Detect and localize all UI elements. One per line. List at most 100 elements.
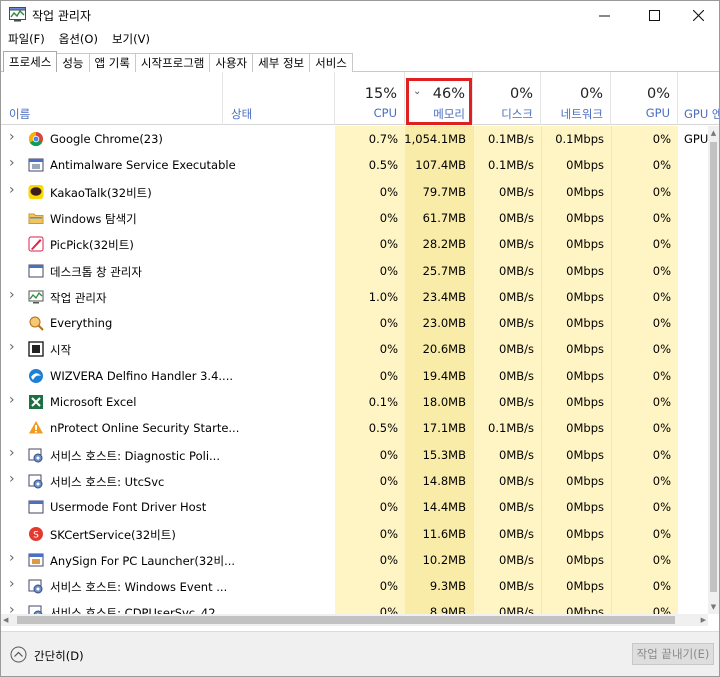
process-memory-value: 14.8MB bbox=[422, 473, 466, 488]
expand-chevron-icon[interactable]: › bbox=[9, 550, 15, 566]
tab-processes[interactable]: 프로세스 bbox=[3, 51, 58, 72]
process-network-value: 0.1Mbps bbox=[555, 132, 604, 146]
tab-services[interactable]: 서비스 bbox=[309, 53, 353, 72]
process-row[interactable]: PicPick(32비트) 0% 28.2MB 0MB/s 0Mbps 0% bbox=[1, 231, 708, 257]
process-memory-value: 14.4MB bbox=[422, 500, 466, 515]
process-name: Google Chrome(23) bbox=[50, 132, 163, 146]
maximize-button[interactable] bbox=[631, 1, 677, 29]
process-network-value: 0Mbps bbox=[566, 210, 604, 225]
vertical-scroll-thumb[interactable] bbox=[710, 142, 717, 592]
expand-chevron-icon[interactable]: › bbox=[9, 129, 15, 145]
process-row[interactable]: 데스크톱 창 관리자 0% 25.7MB 0MB/s 0Mbps 0% bbox=[1, 258, 708, 284]
process-disk-value: 0MB/s bbox=[499, 368, 534, 383]
expand-chevron-icon[interactable]: › bbox=[9, 339, 15, 355]
process-gpu-value: 0% bbox=[652, 605, 671, 614]
task-manager-icon bbox=[9, 7, 26, 22]
process-name: KakaoTalk(32비트) bbox=[50, 185, 152, 200]
process-gpu-value: 0% bbox=[652, 526, 671, 541]
scroll-down-icon[interactable]: ▼ bbox=[708, 600, 719, 614]
tab-users[interactable]: 사용자 bbox=[209, 53, 254, 72]
title-bar[interactable]: 작업 관리자 bbox=[1, 1, 719, 29]
scroll-left-icon[interactable]: ◀ bbox=[3, 614, 8, 626]
process-name: 서비스 호스트: Windows Event ... bbox=[50, 580, 228, 595]
column-network[interactable]: 0% 네트워크 bbox=[541, 72, 611, 125]
column-disk[interactable]: 0% 디스크 bbox=[473, 72, 541, 125]
process-name: 작업 관리자 bbox=[50, 290, 107, 305]
close-button[interactable] bbox=[675, 1, 719, 29]
network-total-percent: 0% bbox=[579, 86, 603, 102]
minimize-button[interactable] bbox=[581, 1, 627, 29]
process-gpu-value: 0% bbox=[652, 342, 671, 357]
process-memory-value: 17.1MB bbox=[422, 421, 466, 436]
horizontal-scrollbar[interactable]: ◀ ▶ bbox=[1, 614, 708, 626]
task-manager-window: 작업 관리자 파일(F) 옵션(O) 보기(V) 프로세스 성능 앱 기록 시작… bbox=[0, 0, 720, 677]
process-cpu-value: 0.1% bbox=[368, 395, 398, 409]
process-row[interactable]: › KakaoTalk(32비트) 0% 79.7MB 0MB/s 0Mbps 0% bbox=[1, 179, 708, 205]
process-disk-value: 0MB/s bbox=[499, 395, 534, 409]
process-gpu-value: 0% bbox=[652, 473, 671, 488]
menu-bar: 파일(F) 옵션(O) 보기(V) bbox=[1, 29, 157, 49]
expand-chevron-icon[interactable]: › bbox=[9, 445, 15, 461]
horizontal-scroll-thumb[interactable] bbox=[17, 616, 675, 624]
scroll-right-icon[interactable]: ▶ bbox=[701, 614, 706, 626]
process-gpu-value: 0% bbox=[652, 132, 671, 146]
process-row[interactable]: › Google Chrome(23) 0.7% 1,054.1MB 0.1MB/s 0.… bbox=[1, 126, 708, 152]
column-gpu-label: GPU bbox=[645, 106, 670, 120]
menu-file[interactable]: 파일(F) bbox=[1, 31, 52, 47]
process-row[interactable]: › 서비스 호스트: UtcSvc 0% 14.8MB 0MB/s 0Mbps 0% bbox=[1, 468, 708, 494]
process-network-value: 0Mbps bbox=[566, 579, 604, 594]
process-row[interactable]: nProtect Online Security Starte... 0.5% 17… bbox=[1, 415, 708, 441]
column-status[interactable]: 상태 bbox=[223, 72, 335, 125]
expand-chevron-icon[interactable]: › bbox=[9, 392, 15, 408]
end-task-button[interactable]: 작업 끝내기(E) bbox=[632, 643, 714, 665]
process-memory-value: 23.0MB bbox=[422, 316, 466, 331]
column-gpu[interactable]: 0% GPU bbox=[611, 72, 678, 125]
process-row[interactable]: › 서비스 호스트: Diagnostic Poli... 0% 15.3MB 0MB/… bbox=[1, 442, 708, 468]
process-memory-value: 61.7MB bbox=[422, 210, 466, 225]
process-gpu-engine-value: GPU bbox=[684, 132, 708, 146]
window-icon bbox=[28, 264, 44, 277]
process-row[interactable]: › Microsoft Excel 0.1% 18.0MB 0MB/s 0Mbps 0% bbox=[1, 389, 708, 415]
process-name: Usermode Font Driver Host bbox=[50, 500, 207, 515]
process-name: SKCertService(32비트) bbox=[50, 527, 176, 542]
vertical-scrollbar[interactable]: ▲ ▼ bbox=[708, 126, 719, 614]
tab-performance[interactable]: 성능 bbox=[56, 53, 90, 72]
fewer-details-link[interactable]: 간단히(D) bbox=[34, 648, 84, 664]
column-cpu[interactable]: 15% CPU bbox=[335, 72, 405, 125]
excel-icon bbox=[29, 395, 43, 409]
expand-chevron-icon[interactable]: › bbox=[9, 155, 15, 171]
process-row[interactable]: › 작업 관리자 1.0% 23.4MB 0MB/s 0Mbps 0% bbox=[1, 284, 708, 310]
process-row[interactable]: › AnySign For PC Launcher(32비... 0% 10.2MB 0… bbox=[1, 547, 708, 573]
menu-view[interactable]: 보기(V) bbox=[105, 31, 157, 47]
process-row[interactable]: › 서비스 호스트: Windows Event ... 0% 9.3MB 0MB/s 0… bbox=[1, 573, 708, 599]
process-cpu-value: 0% bbox=[379, 447, 398, 462]
process-row[interactable]: Everything 0% 23.0MB 0MB/s 0Mbps 0% bbox=[1, 310, 708, 336]
process-memory-value: 1,054.1MB bbox=[404, 132, 466, 146]
process-row[interactable]: › 서비스 호스트: CDPUserSvc_42... 0% 8.9MB 0MB/s 0M… bbox=[1, 599, 708, 614]
tab-details[interactable]: 세부 정보 bbox=[252, 53, 311, 72]
memory-column-highlight bbox=[406, 78, 472, 125]
menu-options[interactable]: 옵션(O) bbox=[52, 31, 105, 47]
expand-chevron-icon[interactable]: › bbox=[9, 287, 15, 303]
process-memory-value: 107.4MB bbox=[415, 158, 466, 173]
process-row[interactable]: WIZVERA Delfino Handler 3.4.... 0% 19.4MB 0… bbox=[1, 363, 708, 389]
tab-startup[interactable]: 시작프로그램 bbox=[134, 53, 211, 72]
process-row[interactable]: S SKCertService(32비트) 0% 11.6MB 0MB/s 0Mbps 0% bbox=[1, 521, 708, 547]
kakaotalk-icon bbox=[28, 184, 44, 199]
tab-app-history[interactable]: 앱 기록 bbox=[88, 53, 136, 72]
window-icon bbox=[28, 500, 44, 514]
footer: 간단히(D) 작업 끝내기(E) bbox=[1, 631, 719, 676]
scroll-up-icon[interactable]: ▲ bbox=[708, 126, 719, 140]
process-row[interactable]: Usermode Font Driver Host 0% 14.4MB 0MB/s 0M… bbox=[1, 494, 708, 520]
process-network-value: 0Mbps bbox=[566, 526, 604, 541]
process-row[interactable]: Windows 탐색기 0% 61.7MB 0MB/s 0Mbps 0% bbox=[1, 205, 708, 231]
column-gpu-engine[interactable]: GPU 엔 bbox=[678, 72, 719, 125]
column-name[interactable]: 이름 bbox=[1, 72, 223, 125]
expand-chevron-icon[interactable]: › bbox=[9, 576, 15, 592]
expand-chevron-icon[interactable]: › bbox=[9, 602, 15, 614]
process-row[interactable]: › Antimalware Service Executable 0.5% 107.4… bbox=[1, 152, 708, 178]
collapse-chevron-icon[interactable] bbox=[10, 646, 27, 663]
expand-chevron-icon[interactable]: › bbox=[9, 182, 15, 198]
expand-chevron-icon[interactable]: › bbox=[9, 471, 15, 487]
process-row[interactable]: › 시작 0% 20.6MB 0MB/s 0Mbps 0% bbox=[1, 336, 708, 362]
